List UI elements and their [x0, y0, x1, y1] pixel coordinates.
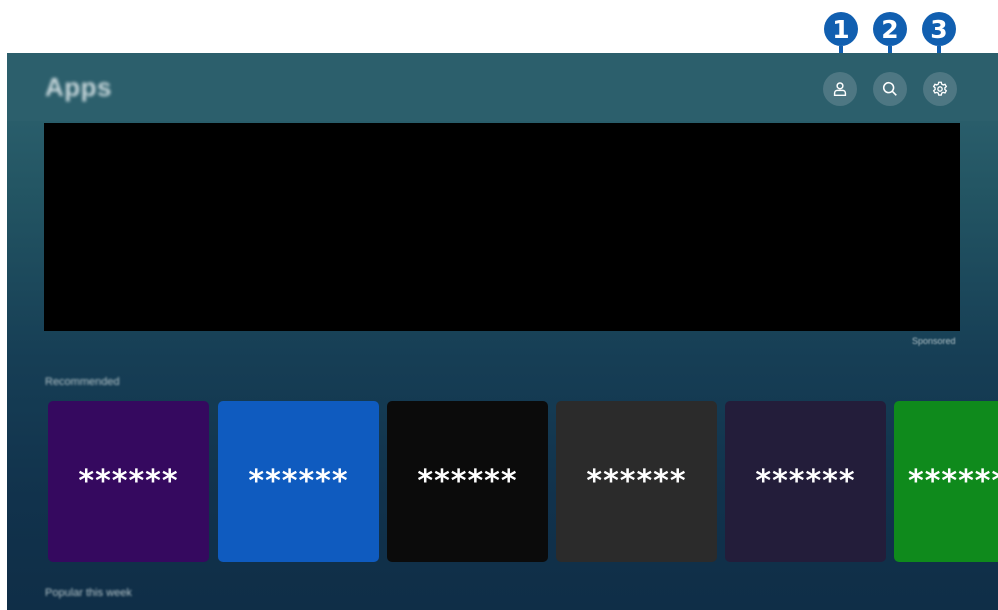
gear-icon [931, 80, 949, 98]
app-tile[interactable]: ****** [387, 401, 548, 562]
app-tile[interactable]: ****** [48, 401, 209, 562]
app-tile[interactable]: ****** [894, 401, 998, 562]
profile-icon [831, 80, 849, 98]
app-tile[interactable]: ****** [725, 401, 886, 562]
settings-button[interactable] [923, 72, 957, 106]
callout-marker-3: 3 [922, 12, 956, 46]
popular-heading: Popular this week [45, 587, 132, 599]
search-button[interactable] [873, 72, 907, 106]
sponsored-label: Sponsored [912, 336, 956, 346]
search-icon [881, 80, 899, 98]
callout-marker-1: 1 [824, 12, 858, 46]
top-bar: Apps [7, 53, 998, 121]
callout-marker-2: 2 [873, 12, 907, 46]
app-tile-label: ****** [755, 464, 856, 499]
app-tile[interactable]: ****** [218, 401, 379, 562]
app-tile-label: ****** [248, 464, 349, 499]
app-tile-label: ****** [586, 464, 687, 499]
recommended-heading: Recommended [45, 376, 120, 388]
featured-banner[interactable] [44, 123, 960, 331]
app-tile[interactable]: ****** [556, 401, 717, 562]
app-tile-label: ****** [908, 464, 998, 499]
app-tile-label: ****** [417, 464, 518, 499]
profile-button[interactable] [823, 72, 857, 106]
apps-screen: Apps Sponsored Recommended ****** ******… [7, 53, 998, 610]
app-tile-label: ****** [78, 464, 179, 499]
page-title: Apps [45, 72, 112, 102]
